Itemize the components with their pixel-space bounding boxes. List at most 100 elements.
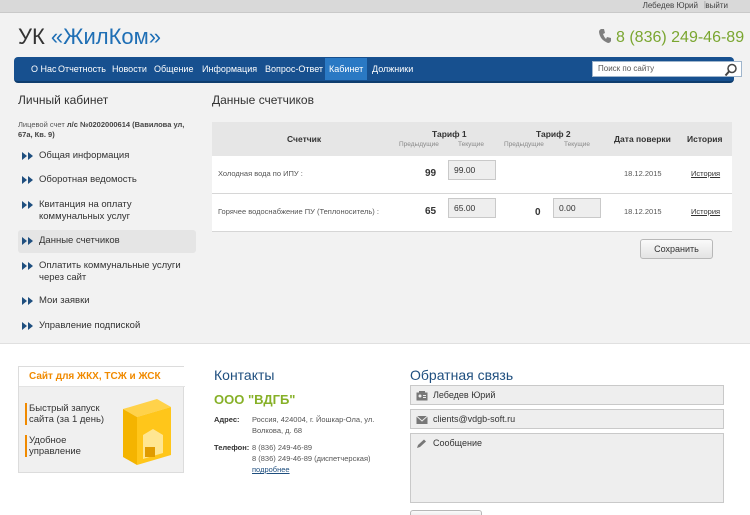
footer-divider <box>0 343 750 344</box>
sidebar-item-turnover[interactable]: Оборотная ведомость <box>18 174 196 186</box>
save-button[interactable]: Сохранить <box>640 239 713 259</box>
double-arrow-icon <box>22 201 33 209</box>
tariff1-current-input[interactable]: 99.00 <box>448 160 496 180</box>
sidebar-item-label: Оборотная ведомость <box>39 174 137 185</box>
double-arrow-icon <box>22 297 33 305</box>
page-title: Данные счетчиков <box>212 93 314 107</box>
feedback-email-field[interactable]: clients@vdgb-soft.ru <box>410 409 724 429</box>
current-user-name[interactable]: Лебедев Юрий <box>643 1 698 10</box>
top-bar: Лебедев Юрий | выйти <box>0 0 750 13</box>
phone-1: 8 (836) 249-46-89 <box>252 443 313 452</box>
address-line-1: Россия, 424004, г. Йошкар-Ола, ул. <box>252 415 375 424</box>
search-icon[interactable] <box>724 63 738 77</box>
address-value: Россия, 424004, г. Йошкар-Ола, ул. Волко… <box>252 414 374 436</box>
nav-item-reports[interactable]: Отчетность <box>58 64 106 74</box>
nav-item-about[interactable]: О Нас <box>31 64 57 74</box>
logo-brand: «ЖилКом» <box>50 24 161 49</box>
history-link[interactable]: История <box>691 169 720 178</box>
sidebar-item-label: Оплатить коммунальные услуги через сайт <box>39 260 181 283</box>
phone-2: 8 (836) 249-46-89 (диспетчерская) <box>252 454 371 463</box>
table-row: Холодная вода по ИПУ : 99 99.00 18.12.20… <box>212 156 732 194</box>
contacts-title: Контакты <box>214 367 275 383</box>
col-tariff2: Тариф 2 <box>536 129 571 139</box>
tariff1-prev-value: 99 <box>425 168 437 179</box>
account-prefix: Лицевой счет <box>18 120 65 129</box>
address-line-2: Волкова, д. 68 <box>252 426 303 435</box>
feedback-submit-button[interactable] <box>410 510 482 515</box>
promo-accent-bar <box>25 403 27 425</box>
tariff1-prev-value: 65 <box>425 206 437 217</box>
header-phone: 8 (836) 249-46-89 <box>598 28 744 47</box>
organization-name: ООО "ВДГБ" <box>214 392 296 407</box>
promo-accent-bar <box>25 435 27 457</box>
sidebar-item-receipt[interactable]: Квитанция на оплату коммунальных услуг <box>18 199 196 223</box>
sidebar-item-pay-online[interactable]: Оплатить коммунальные услуги через сайт <box>18 260 196 284</box>
promo-line-1b: сайта (за 1 день) <box>29 414 105 425</box>
phone-values: 8 (836) 249-46-89 8 (836) 249-46-89 (дис… <box>252 442 371 464</box>
address-label: Адрес: <box>214 415 240 424</box>
nav-item-communication[interactable]: Общение <box>154 64 193 74</box>
main-navigation: О Нас Отчетность Новости Общение Информа… <box>14 57 742 83</box>
sidebar-item-label: Общая информация <box>39 150 130 161</box>
envelope-icon <box>416 415 428 424</box>
col-tariff2-current: Текущие <box>564 141 590 148</box>
feedback-name-field[interactable]: Лебедев Юрий <box>410 385 724 405</box>
meter-name: Горячее водоснабжение ПУ (Теплоноситель)… <box>218 207 379 216</box>
tariff2-prev-value: 0 <box>535 207 541 218</box>
logout-link[interactable]: выйти <box>705 1 728 10</box>
sidebar-item-label: Квитанция на оплату коммунальных услуг <box>39 199 132 222</box>
site-logo[interactable]: УК «ЖилКом» <box>18 24 161 50</box>
double-arrow-icon <box>22 322 33 330</box>
double-arrow-icon <box>22 262 33 270</box>
phone-number: 8 (836) 249-46-89 <box>616 29 745 46</box>
nav-item-cabinet[interactable]: Кабинет <box>325 58 368 80</box>
col-tariff1: Тариф 1 <box>432 129 467 139</box>
nav-item-faq[interactable]: Вопрос-Ответ <box>265 64 323 74</box>
col-tariff1-prev: Предыдущие <box>399 141 439 148</box>
promo-line-1a: Быстрый запуск <box>29 403 100 414</box>
id-card-icon <box>416 391 428 401</box>
tariff1-current-value: 99.00 <box>454 165 476 175</box>
logo-prefix: УК <box>18 24 51 49</box>
check-date: 18.12.2015 <box>624 207 662 216</box>
col-history: История <box>687 134 723 144</box>
check-date: 18.12.2015 <box>624 169 662 178</box>
col-tariff1-current: Текущие <box>458 141 484 148</box>
col-check-date: Дата поверки <box>614 134 671 144</box>
promo-banner[interactable]: Сайт для ЖКХ, ТСЖ и ЖСК Быстрый запуск с… <box>18 366 185 473</box>
sidebar-item-subscription[interactable]: Управление подпиской <box>18 320 196 332</box>
nav-item-news[interactable]: Новости <box>112 64 147 74</box>
col-meter: Счетчик <box>287 134 322 144</box>
meter-name: Холодная вода по ИПУ : <box>218 169 303 178</box>
feedback-name-value: Лебедев Юрий <box>433 390 496 400</box>
phone-label: Телефон: <box>214 443 250 452</box>
double-arrow-icon <box>22 152 33 160</box>
sidebar-item-label: Мои заявки <box>39 295 90 306</box>
search-input[interactable]: Поиск по сайту <box>592 61 742 77</box>
pencil-icon <box>417 439 426 448</box>
more-link[interactable]: подробнее <box>252 465 290 474</box>
promo-line-2b: управление <box>29 446 81 457</box>
promo-header: Сайт для ЖКХ, ТСЖ и ЖСК <box>19 367 185 387</box>
tariff1-current-input[interactable]: 65.00 <box>448 198 496 218</box>
nav-item-debtors[interactable]: Должники <box>372 64 413 74</box>
feedback-message-field[interactable]: Сообщение <box>410 433 724 503</box>
history-link[interactable]: История <box>691 207 720 216</box>
search-placeholder: Поиск по сайту <box>598 64 655 73</box>
phone-icon <box>599 29 611 43</box>
table-row: Горячее водоснабжение ПУ (Теплоноситель)… <box>212 194 732 232</box>
table-header: Счетчик Тариф 1 Предыдущие Текущие Тариф… <box>212 122 732 156</box>
sidebar-item-meters[interactable]: Данные счетчиков <box>18 230 196 253</box>
feedback-title: Обратная связь <box>410 367 514 383</box>
nav-item-information[interactable]: Информация <box>202 64 257 74</box>
tariff2-current-input[interactable]: 0.00 <box>553 198 601 218</box>
meters-table: Счетчик Тариф 1 Предыдущие Текущие Тариф… <box>212 122 732 232</box>
product-box-image <box>123 399 171 465</box>
account-info: Лицевой счет л/с №0202000614 (Вавилова у… <box>18 120 198 140</box>
sidebar-title: Личный кабинет <box>18 93 109 107</box>
promo-title: Сайт для ЖКХ, ТСЖ и ЖСК <box>29 371 161 382</box>
promo-text-1: Быстрый запуск сайта (за 1 день) <box>29 403 104 425</box>
double-arrow-icon <box>22 237 33 245</box>
sidebar-item-requests[interactable]: Мои заявки <box>18 295 196 307</box>
sidebar-item-general-info[interactable]: Общая информация <box>18 150 196 162</box>
